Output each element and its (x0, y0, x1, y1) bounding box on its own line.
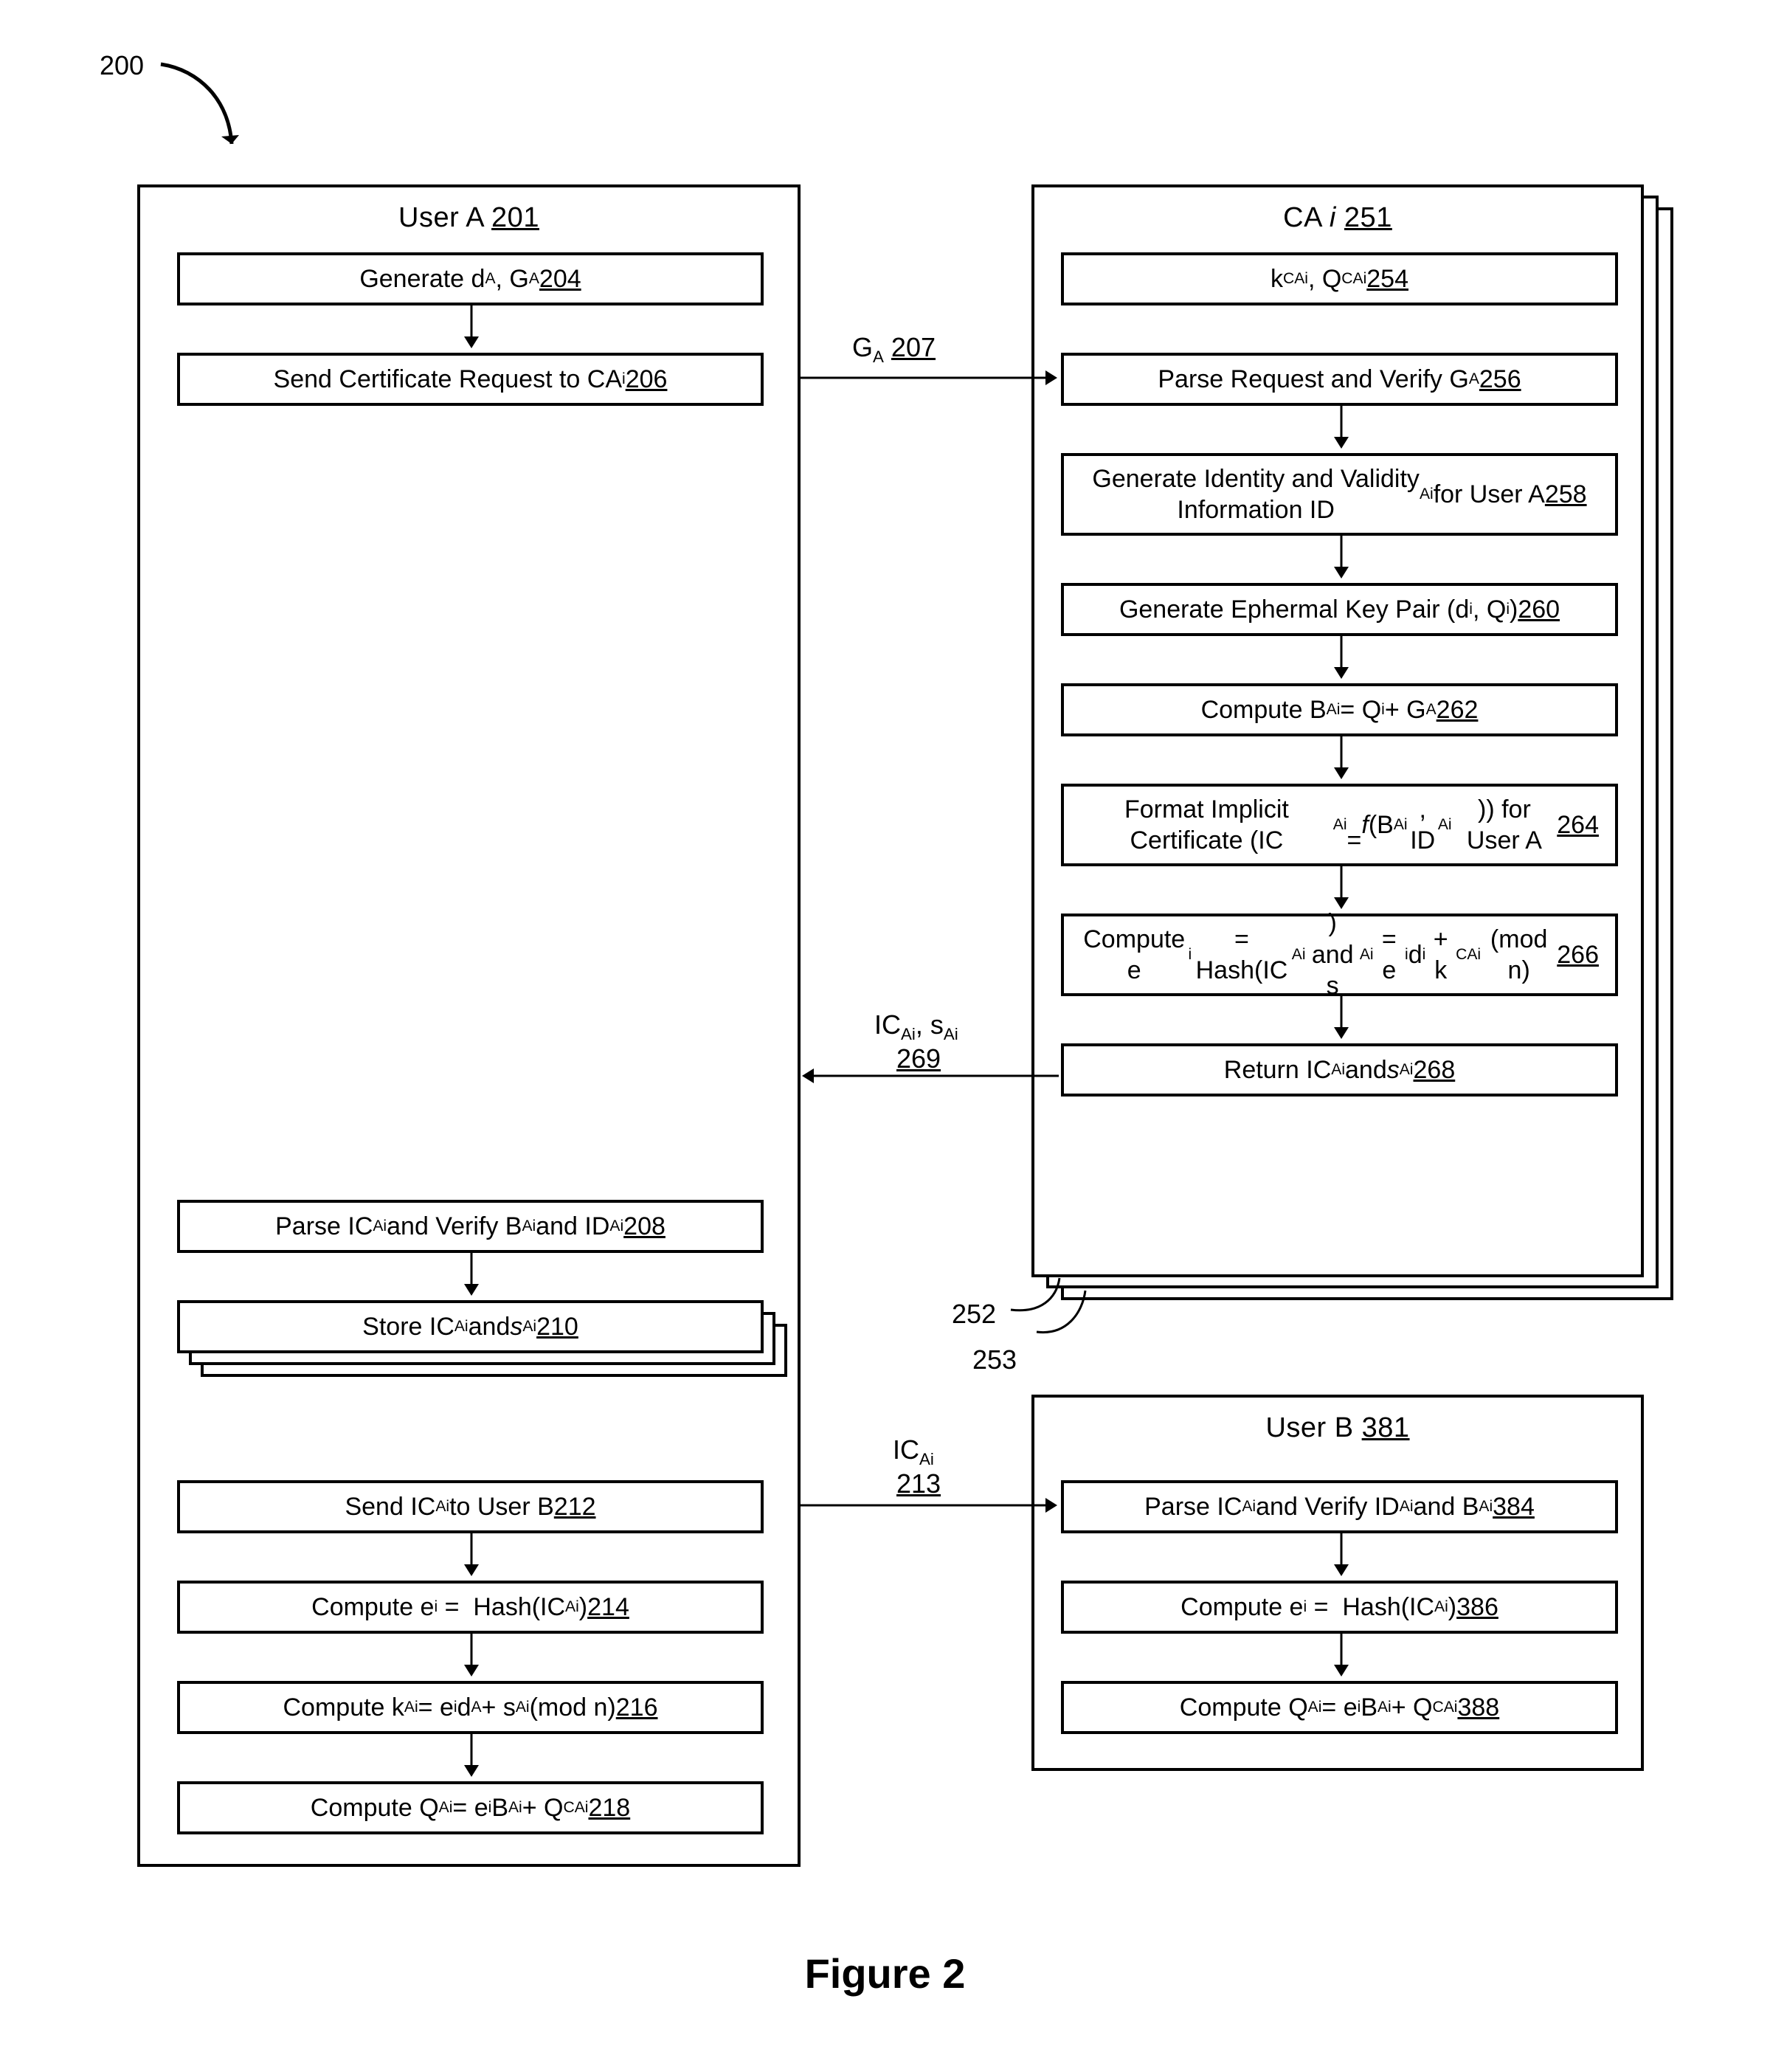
panel-user-a: User A 201 Generate dA, GA 204 Send Cert… (137, 184, 801, 1867)
step-218: Compute QAi = eiBAi + QCAi 218 (177, 1781, 764, 1834)
figure-caption: Figure 2 (0, 1948, 1770, 2000)
label-207: GA 207 (852, 331, 936, 367)
stack-leader-253 (1037, 1288, 1162, 1347)
arrow-206-256 (801, 370, 1059, 385)
step-256: Parse Request and Verify GA 256 (1061, 353, 1618, 406)
figure-swoosh-icon (155, 55, 258, 159)
step-264: Format Implicit Certificate (ICAi= f(BAi… (1061, 784, 1618, 866)
label-213-bot: 213 (896, 1467, 941, 1500)
arrow-260-262 (1334, 633, 1349, 680)
step-212: Send ICAi to User B 212 (177, 1480, 764, 1533)
arrow-212-384 (801, 1498, 1059, 1513)
step-254: kCAi, QCAi 254 (1061, 252, 1618, 305)
arrow-264-266 (1334, 863, 1349, 911)
label-269-top: ICAi, sAi (874, 1008, 958, 1045)
arrow-262-264 (1334, 733, 1349, 781)
arrow-216-218 (464, 1731, 479, 1778)
panel-ca-i: CA i 251 kCAi, QCAi 254 Parse Request an… (1031, 184, 1644, 1277)
step-388: Compute QAi = eiBAi + QCAi 388 (1061, 1681, 1618, 1734)
step-214: Compute ei = Hash(ICAi) 214 (177, 1581, 764, 1634)
arrow-214-216 (464, 1631, 479, 1678)
panel-user-b: User B 381 Parse ICAi and Verify IDAi an… (1031, 1395, 1644, 1771)
step-216: Compute kAi = eidA + sAi (mod n) 216 (177, 1681, 764, 1734)
arrow-384-386 (1334, 1530, 1349, 1578)
diagram-canvas: 200 User A 201 Generate dA, GA 204 Send … (0, 0, 1770, 2072)
arrow-386-388 (1334, 1631, 1349, 1678)
step-258: Generate Identity and ValidityInformatio… (1061, 453, 1618, 536)
step-268: Return ICAi and sAi 268 (1061, 1043, 1618, 1097)
arrow-204-206 (464, 303, 479, 350)
panel-ca-i-title: CA i 251 (1034, 201, 1641, 236)
step-208: Parse ICAi and Verify BAi and IDAi 208 (177, 1200, 764, 1253)
label-253: 253 (972, 1343, 1017, 1376)
step-384: Parse ICAi and Verify IDAi and BAi 384 (1061, 1480, 1618, 1533)
figure-number: 200 (100, 49, 144, 82)
step-262: Compute BAi = Qi + GA 262 (1061, 683, 1618, 736)
arrow-256-258 (1334, 403, 1349, 450)
panel-user-b-title: User B 381 (1034, 1411, 1641, 1446)
arrow-258-260 (1334, 533, 1349, 580)
label-213-top: ICAi (893, 1433, 934, 1470)
arrow-212-214 (464, 1530, 479, 1578)
arrow-266-268 (1334, 993, 1349, 1040)
step-210: Store ICAi and sAi 210 (177, 1300, 764, 1353)
step-204: Generate dA, GA 204 (177, 252, 764, 305)
step-386: Compute ei = Hash(ICAi) 386 (1061, 1581, 1618, 1634)
panel-user-a-title: User A 201 (140, 201, 798, 236)
step-266: Compute ei = Hash(ICAi)and sAi = eidi + … (1061, 914, 1618, 996)
step-206: Send Certificate Request to CAi 206 (177, 353, 764, 406)
label-252: 252 (952, 1297, 996, 1330)
label-269-bot: 269 (896, 1042, 941, 1075)
arrow-208-210 (464, 1250, 479, 1297)
step-260: Generate Ephermal Key Pair (di, Qi) 260 (1061, 583, 1618, 636)
